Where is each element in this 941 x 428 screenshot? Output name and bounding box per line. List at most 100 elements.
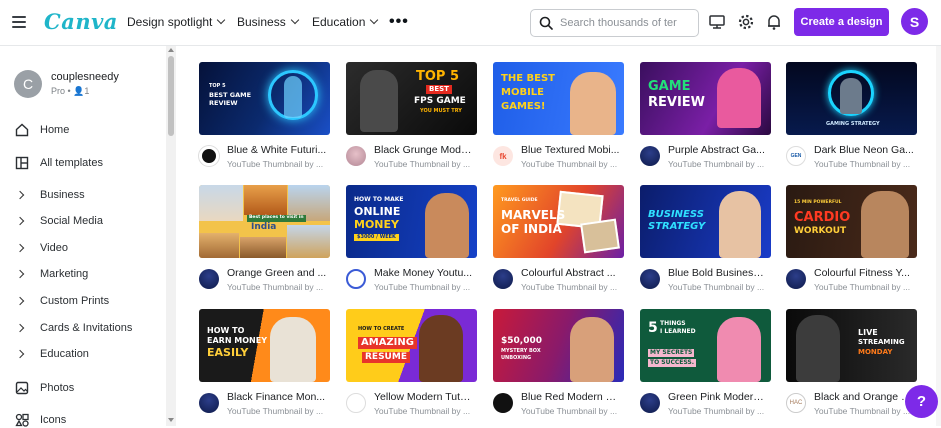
template-card[interactable]: TOP 5 BEST GAME REVIEW Blue & White Futu… xyxy=(199,62,330,169)
template-card[interactable]: GAMING STRATEGY GEN Dark Blue Neon Ga...… xyxy=(786,62,917,169)
sidebar-item-all-templates[interactable]: All templates xyxy=(14,155,103,171)
sidebar-item-cards-invitations[interactable]: Cards & Invitations xyxy=(14,322,132,334)
template-title: Purple Abstract Ga... xyxy=(668,144,765,156)
template-thumbnail[interactable]: LIVE STREAMING MONDAY xyxy=(786,309,917,382)
canva-logo[interactable]: Canva xyxy=(44,9,118,34)
template-card[interactable]: THE BEST MOBILE GAMES! fk Blue Textured … xyxy=(493,62,624,169)
template-thumbnail[interactable]: GAMING STRATEGY xyxy=(786,62,917,135)
account-avatar[interactable]: S xyxy=(901,8,928,35)
template-thumbnail[interactable]: 5 THINGS I LEARNED MY SECRETS TO SUCCESS… xyxy=(640,309,771,382)
template-thumbnail[interactable]: $50,000 MYSTERY BOX UNBOXING xyxy=(493,309,624,382)
create-design-button[interactable]: Create a design xyxy=(794,8,889,36)
sidebar-item-photos[interactable]: Photos xyxy=(14,380,74,396)
template-thumbnail[interactable]: BUSINESS STRATEGY xyxy=(640,185,771,258)
template-subtitle: YouTube Thumbnail by ... xyxy=(521,406,618,416)
template-subtitle: YouTube Thumbnail by ... xyxy=(668,406,765,416)
creator-avatar[interactable]: fk xyxy=(493,146,513,166)
sidebar-item-video[interactable]: Video xyxy=(14,242,68,254)
template-thumbnail[interactable]: HOW TO EARN MONEY EASILY xyxy=(199,309,330,382)
creator-avatar[interactable] xyxy=(199,146,219,166)
search-icon xyxy=(539,16,553,30)
creator-avatar[interactable] xyxy=(493,269,513,289)
template-title: Yellow Modern Tuto... xyxy=(374,391,474,403)
avatar: C xyxy=(14,70,42,98)
search-box[interactable] xyxy=(530,9,700,37)
main-scrollbar[interactable] xyxy=(936,46,941,426)
template-title: Colourful Fitness Y... xyxy=(814,267,910,279)
sidebar-item-home[interactable]: Home xyxy=(14,122,69,138)
sidebar-item-custom-prints[interactable]: Custom Prints xyxy=(14,295,109,307)
sidebar-item-education[interactable]: Education xyxy=(14,348,89,360)
template-card[interactable]: HOW TO CREATE AMAZING RESUME Yellow Mode… xyxy=(346,309,477,416)
template-thumbnail[interactable]: TOP 5 BEST FPS GAME YOU MUST TRY xyxy=(346,62,477,135)
template-title: Green Pink Modern ... xyxy=(668,391,768,403)
template-title: Orange Green and ... xyxy=(227,267,327,279)
gear-icon[interactable] xyxy=(737,13,755,31)
template-card[interactable]: HOW TO MAKE ONLINE MONEY $3000 / WEEK Ma… xyxy=(346,185,477,292)
template-thumbnail[interactable]: HOW TO MAKE ONLINE MONEY $3000 / WEEK xyxy=(346,185,477,258)
photos-icon xyxy=(14,380,30,396)
help-button[interactable]: ? xyxy=(905,385,938,418)
creator-avatar[interactable] xyxy=(493,393,513,413)
top-bar: Canva Design spotlight Business Educatio… xyxy=(0,0,941,46)
sidebar: C couplesneedy Pro • 👤1 Home All templat… xyxy=(0,46,166,427)
template-thumbnail[interactable]: TRAVEL GUIDE MARVELS OF INDIA xyxy=(493,185,624,258)
creator-avatar[interactable] xyxy=(786,269,806,289)
template-thumbnail[interactable]: 15 MIN POWERFUL CARDIO WORKOUT xyxy=(786,185,917,258)
search-input[interactable] xyxy=(560,17,700,29)
creator-avatar[interactable] xyxy=(346,393,366,413)
template-card[interactable]: BUSINESS STRATEGY Blue Bold Business ...… xyxy=(640,185,771,292)
template-title: Blue & White Futuri... xyxy=(227,144,327,156)
template-thumbnail[interactable]: Best places to visit in India xyxy=(199,185,330,258)
template-subtitle: YouTube Thumbnail by ... xyxy=(374,159,471,169)
template-card[interactable]: LIVE STREAMING MONDAY HAC Black and Oran… xyxy=(786,309,917,416)
nav-design-spotlight[interactable]: Design spotlight xyxy=(127,15,226,29)
chevron-down-icon xyxy=(290,15,299,25)
template-card[interactable]: Best places to visit in India Orange Gre… xyxy=(199,185,330,292)
template-card[interactable]: 5 THINGS I LEARNED MY SECRETS TO SUCCESS… xyxy=(640,309,771,416)
creator-avatar[interactable] xyxy=(199,269,219,289)
profile-switcher[interactable]: C couplesneedy Pro • 👤1 xyxy=(14,70,119,98)
template-thumbnail[interactable]: GAME REVIEW xyxy=(640,62,771,135)
template-subtitle: YouTube Thumbnail by ... xyxy=(668,159,765,169)
creator-avatar[interactable]: GEN xyxy=(786,146,806,166)
template-card[interactable]: TRAVEL GUIDE MARVELS OF INDIA Colourful … xyxy=(493,185,624,292)
template-card[interactable]: GAME REVIEW Purple Abstract Ga... YouTube… xyxy=(640,62,771,169)
template-subtitle: YouTube Thumbnail by ... xyxy=(374,282,471,292)
sidebar-item-business[interactable]: Business xyxy=(14,189,85,201)
template-thumbnail[interactable]: HOW TO CREATE AMAZING RESUME xyxy=(346,309,477,382)
creator-avatar[interactable] xyxy=(640,269,660,289)
nav-business[interactable]: Business xyxy=(237,15,299,29)
template-subtitle: YouTube Thumbnail by ... xyxy=(374,406,471,416)
nav-education[interactable]: Education xyxy=(312,15,379,29)
template-thumbnail[interactable]: THE BEST MOBILE GAMES! xyxy=(493,62,624,135)
sidebar-item-marketing[interactable]: Marketing xyxy=(14,268,88,280)
creator-avatar[interactable] xyxy=(640,146,660,166)
template-subtitle: YouTube Thumbnail by ... xyxy=(521,159,618,169)
template-card[interactable]: TOP 5 BEST FPS GAME YOU MUST TRY Black G… xyxy=(346,62,477,169)
scroll-down-icon[interactable] xyxy=(168,418,174,422)
menu-icon[interactable] xyxy=(12,16,26,28)
members-icon: 👤 xyxy=(73,86,85,96)
creator-avatar[interactable] xyxy=(346,269,366,289)
present-icon[interactable] xyxy=(708,13,726,31)
template-thumbnail[interactable]: TOP 5 BEST GAME REVIEW xyxy=(199,62,330,135)
creator-avatar[interactable] xyxy=(199,393,219,413)
bell-icon[interactable] xyxy=(765,13,783,31)
chevron-down-icon xyxy=(370,15,379,25)
sidebar-scrollbar[interactable] xyxy=(166,46,176,426)
template-card[interactable]: HOW TO EARN MONEY EASILY Black Finance M… xyxy=(199,309,330,416)
template-subtitle: YouTube Thumbnail by ... xyxy=(814,159,911,169)
creator-avatar[interactable] xyxy=(346,146,366,166)
template-card[interactable]: 15 MIN POWERFUL CARDIO WORKOUT Colourful… xyxy=(786,185,917,292)
scrollbar-thumb[interactable] xyxy=(168,56,174,136)
scroll-up-icon[interactable] xyxy=(168,48,174,52)
sidebar-item-social-media[interactable]: Social Media xyxy=(14,215,103,227)
template-title: Black Finance Mon... xyxy=(227,391,326,403)
profile-plan: Pro • 👤1 xyxy=(51,86,90,96)
creator-avatar[interactable]: HAC xyxy=(786,393,806,413)
creator-avatar[interactable] xyxy=(640,393,660,413)
chevron-right-icon xyxy=(15,190,25,200)
more-horizontal-icon[interactable]: ••• xyxy=(389,13,409,31)
template-card[interactable]: $50,000 MYSTERY BOX UNBOXING Blue Red Mo… xyxy=(493,309,624,416)
